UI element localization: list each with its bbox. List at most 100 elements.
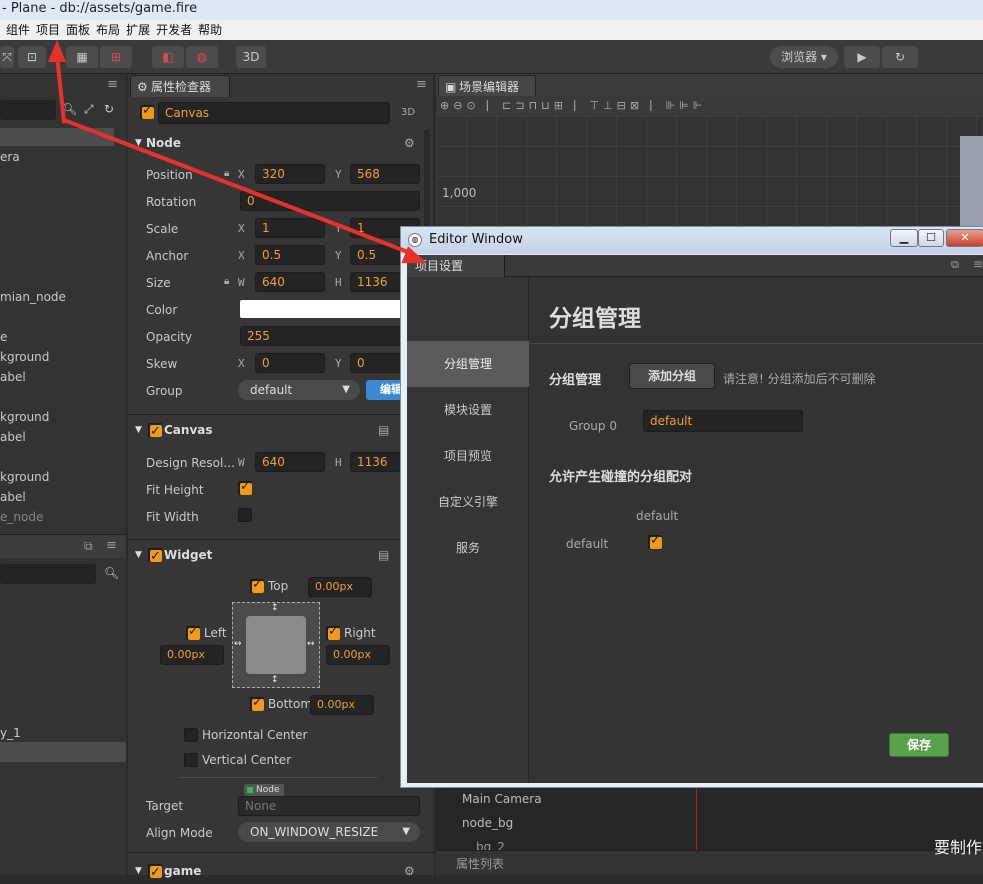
anchor-x-input[interactable]: 0.5 bbox=[255, 245, 325, 265]
collision-default-default-checkbox[interactable] bbox=[648, 533, 662, 549]
book-icon[interactable]: ▤ bbox=[378, 419, 389, 441]
locate-icon[interactable]: ⤢ bbox=[84, 102, 94, 117]
nav-module-settings[interactable]: 模块设置 bbox=[407, 387, 529, 433]
align-icons[interactable]: ⎸⊏⊐⊓⊔⊞ ⎸⊤⊥⊟⊠ ⎸⊪⊫⊩ bbox=[487, 99, 706, 112]
fit-width-checkbox[interactable] bbox=[238, 508, 252, 522]
local-coord-icon[interactable]: ▦ bbox=[66, 46, 98, 68]
preview-platform-select[interactable]: 浏览器 ▾ bbox=[770, 46, 838, 68]
timeline-node[interactable]: node_bg bbox=[462, 816, 513, 830]
search-icon[interactable]: 🔍︎ bbox=[104, 566, 119, 580]
widget-right-input[interactable]: 0.00px bbox=[326, 645, 390, 665]
lock-icon[interactable]: 🔒︎ bbox=[224, 276, 229, 287]
editor-window-titlebar[interactable]: ◍ Editor Window ▁ ☐ ✕ bbox=[401, 227, 983, 254]
design-w-input[interactable]: 640 bbox=[255, 452, 325, 472]
zoom-out-icon[interactable]: ⊖ bbox=[453, 99, 466, 112]
tree-item[interactable]: abel bbox=[0, 490, 26, 504]
tree-item[interactable]: abel bbox=[0, 370, 26, 384]
asset-item-selected[interactable] bbox=[0, 742, 126, 762]
menu-item-extension[interactable]: 扩展 bbox=[126, 20, 156, 40]
grid-icon[interactable]: ◍ bbox=[186, 46, 218, 68]
widget-left-checkbox[interactable] bbox=[186, 624, 200, 640]
hierarchy-search-input[interactable] bbox=[0, 100, 56, 120]
widget-right-checkbox[interactable] bbox=[326, 624, 340, 640]
nav-group-manager[interactable]: 分组管理 bbox=[407, 341, 529, 387]
position-y-input[interactable]: 568 bbox=[350, 164, 420, 184]
section-canvas[interactable]: ▼Canvas▤ bbox=[128, 419, 433, 443]
position-x-input[interactable]: 320 bbox=[255, 164, 325, 184]
lock-icon[interactable]: 🔒︎ bbox=[224, 168, 229, 179]
asset-item[interactable]: y_1 bbox=[0, 726, 21, 740]
panel-menu-icon[interactable]: ≡ bbox=[106, 538, 117, 553]
pivot-icon[interactable]: ⊞ bbox=[100, 46, 132, 68]
zoom-fit-icon[interactable]: ⊙ bbox=[466, 99, 479, 112]
mode-3d-button[interactable]: 3D bbox=[236, 46, 266, 68]
nav-project-preview[interactable]: 项目预览 bbox=[407, 433, 529, 479]
play-icon[interactable]: ▶ bbox=[844, 46, 880, 68]
skew-x-input[interactable]: 0 bbox=[255, 353, 325, 373]
node-active-checkbox[interactable] bbox=[140, 103, 154, 119]
tree-item[interactable]: era bbox=[0, 150, 20, 164]
group-select[interactable]: default ▼ bbox=[238, 380, 360, 400]
maximize-button[interactable]: ☐ bbox=[918, 229, 944, 247]
widget-bottom-checkbox[interactable] bbox=[250, 695, 264, 711]
game-enabled-checkbox[interactable] bbox=[148, 862, 162, 884]
menu-item-developer[interactable]: 开发者 bbox=[156, 20, 198, 40]
menu-item-layout[interactable]: 布局 bbox=[96, 20, 126, 40]
popout-icon[interactable]: ⧉ bbox=[951, 258, 959, 272]
canvas-enabled-checkbox[interactable] bbox=[148, 421, 162, 443]
node-name-input[interactable]: Canvas bbox=[158, 102, 390, 124]
gear-icon[interactable]: ⚙ bbox=[404, 860, 415, 882]
menu-item-help[interactable]: 帮助 bbox=[198, 20, 228, 40]
zoom-in-icon[interactable]: ⊕ bbox=[440, 99, 453, 112]
opacity-input[interactable]: 255 bbox=[240, 326, 420, 346]
fit-height-checkbox[interactable] bbox=[238, 479, 252, 495]
align-mode-select[interactable]: ON_WINDOW_RESIZE ▼ bbox=[238, 822, 420, 842]
group0-name-input[interactable]: default bbox=[643, 410, 803, 432]
section-game[interactable]: ▼game⚙ bbox=[128, 860, 433, 884]
panel-menu-icon[interactable]: ≡ bbox=[416, 77, 427, 92]
gear-icon[interactable]: ⚙ bbox=[404, 132, 415, 154]
menu-item-component[interactable]: 组件 bbox=[0, 20, 36, 40]
panel-menu-icon[interactable]: ≡ bbox=[973, 257, 983, 271]
tree-item[interactable]: abel bbox=[0, 430, 26, 444]
mode-2d-icon[interactable]: ◧ bbox=[152, 46, 184, 68]
tree-item[interactable]: kground bbox=[0, 470, 49, 484]
size-w-input[interactable]: 640 bbox=[255, 272, 325, 292]
nav-services[interactable]: 服务 bbox=[407, 525, 529, 571]
popout-icon[interactable]: ⧉ bbox=[84, 539, 93, 554]
color-swatch[interactable] bbox=[240, 300, 420, 318]
add-group-button[interactable]: 添加分组 bbox=[629, 363, 715, 389]
assets-search-input[interactable] bbox=[0, 564, 96, 584]
widget-top-checkbox[interactable] bbox=[250, 577, 264, 593]
book-icon[interactable]: ▤ bbox=[378, 544, 389, 566]
tree-item[interactable]: e bbox=[0, 330, 7, 344]
rotation-input[interactable]: 0 bbox=[240, 191, 420, 211]
vertical-center-checkbox[interactable] bbox=[184, 753, 198, 767]
tree-item[interactable]: mian_node bbox=[0, 290, 66, 304]
move-tool-icon[interactable]: ⤧ bbox=[0, 46, 14, 68]
refresh-tree-icon[interactable]: ↻ bbox=[104, 102, 114, 116]
refresh-icon[interactable]: ↻ bbox=[882, 46, 918, 68]
widget-bottom-input[interactable]: 0.00px bbox=[310, 695, 374, 715]
save-button[interactable]: 保存 bbox=[889, 733, 949, 757]
tab-inspector[interactable]: ⚙ 属性检查器 bbox=[130, 75, 230, 97]
widget-top-input[interactable]: 0.00px bbox=[308, 577, 372, 597]
scale-x-input[interactable]: 1 bbox=[255, 218, 325, 238]
tree-item[interactable]: kground bbox=[0, 350, 49, 364]
timeline-node[interactable]: Main Camera bbox=[462, 792, 542, 806]
tab-scene-editor[interactable]: ▣ 场景编辑器 bbox=[438, 75, 536, 97]
menu-item-project[interactable]: 项目 bbox=[36, 20, 66, 40]
widget-enabled-checkbox[interactable] bbox=[148, 546, 162, 568]
tree-item[interactable]: e_node bbox=[0, 510, 43, 524]
widget-alignment-box[interactable]: ↕ ↕ ↔ ↔ bbox=[232, 602, 320, 688]
tree-item[interactable]: kground bbox=[0, 410, 49, 424]
horizontal-center-checkbox[interactable] bbox=[184, 728, 198, 742]
nav-custom-engine[interactable]: 自定义引擎 bbox=[407, 479, 529, 525]
timeline-cursor[interactable] bbox=[696, 786, 697, 856]
menu-item-panel[interactable]: 面板 bbox=[66, 20, 96, 40]
target-node-field[interactable]: None bbox=[238, 796, 420, 816]
close-button[interactable]: ✕ bbox=[946, 229, 983, 247]
rect-tool-icon[interactable]: ⊡ bbox=[18, 46, 46, 68]
widget-left-input[interactable]: 0.00px bbox=[160, 645, 224, 665]
section-node[interactable]: ▼ Node ⚙ bbox=[128, 132, 433, 154]
